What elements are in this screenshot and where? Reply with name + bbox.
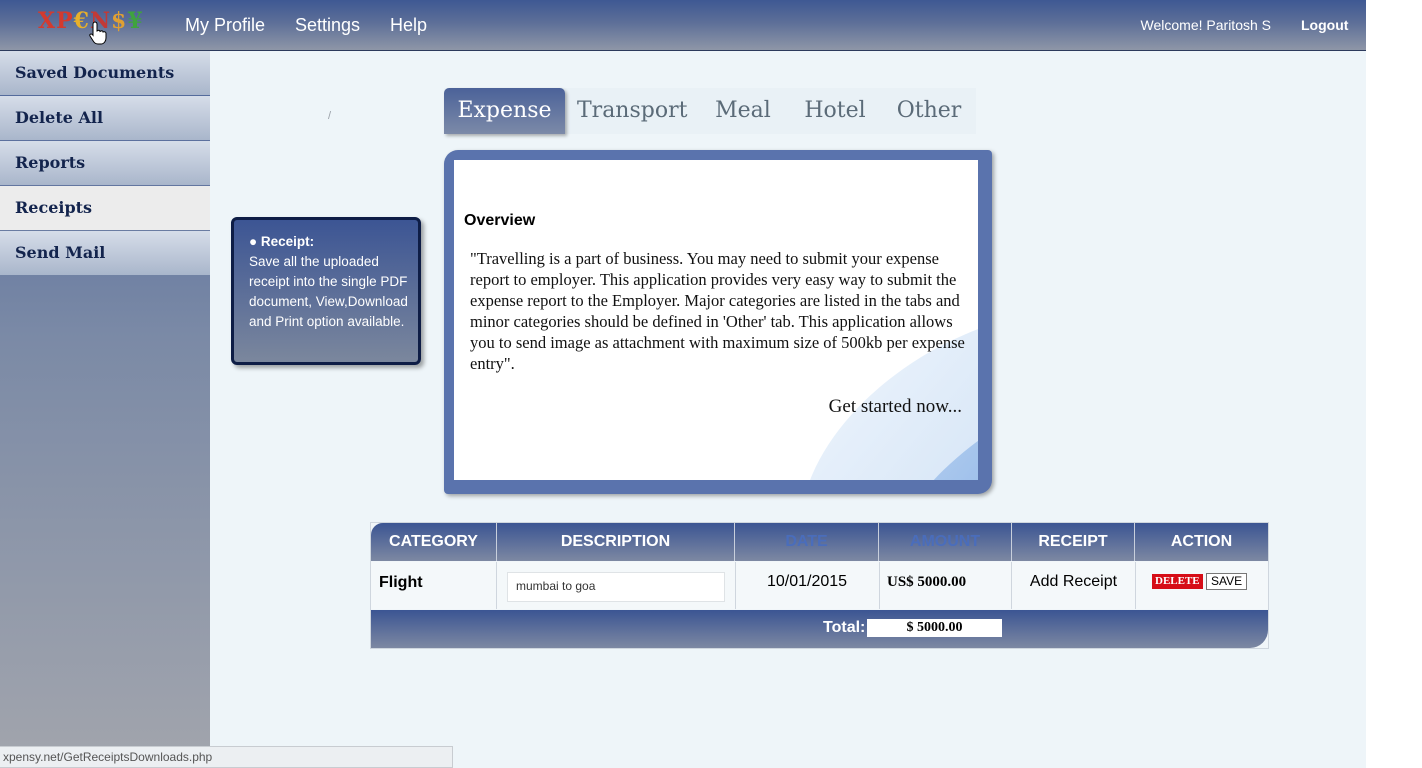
top-bar: XP€N$¥ My Profile Settings Help Welcome!… [0, 0, 1366, 51]
total-value: $ 5000.00 [867, 619, 1002, 637]
overview-content: Overview "Travelling is a part of busine… [454, 160, 978, 480]
save-button[interactable]: SAVE [1206, 573, 1248, 590]
table-row: Flight mumbai to goa 10/01/2015 US$ 5000… [371, 562, 1268, 609]
tab-other[interactable]: Other [896, 88, 962, 134]
header-amount[interactable]: AMOUNT [879, 523, 1012, 561]
overview-text: "Travelling is a part of business. You m… [470, 249, 965, 373]
nav-settings[interactable]: Settings [295, 15, 360, 36]
row-action: DELETE SAVE [1135, 562, 1268, 609]
sidebar-item-saved-documents[interactable]: Saved Documents [0, 51, 210, 95]
sidebar-item-receipts[interactable]: Receipts [0, 186, 210, 230]
browser-status-bar: xpensy.net/GetReceiptsDownloads.php [0, 746, 453, 768]
nav-help[interactable]: Help [390, 15, 427, 36]
tab-hotel[interactable]: Hotel [802, 88, 868, 134]
add-receipt-link[interactable]: Add Receipt [1012, 562, 1136, 609]
tab-expense[interactable]: Expense [444, 88, 565, 134]
overview-panel: Overview "Travelling is a part of busine… [444, 150, 992, 494]
header-date[interactable]: DATE [735, 523, 879, 561]
sidebar-item-send-mail[interactable]: Send Mail [0, 231, 210, 275]
description-input[interactable]: mumbai to goa [507, 572, 725, 602]
row-amount: US$ 5000.00 [879, 562, 1012, 609]
row-description-cell: mumbai to goa [497, 562, 736, 609]
header-action: ACTION [1170, 533, 1233, 550]
row-date: 10/01/2015 [735, 562, 880, 609]
receipt-tooltip: ● Receipt: Save all the uploaded receipt… [231, 217, 421, 365]
header-category: CATEGORY [371, 523, 497, 561]
tab-meal[interactable]: Meal [712, 88, 774, 134]
category-tabs: Expense Transport Meal Hotel Other [444, 88, 976, 134]
logout-link[interactable]: Logout [1301, 17, 1348, 33]
tooltip-title: ● Receipt: [249, 234, 315, 249]
sidebar-item-reports[interactable]: Reports [0, 141, 210, 185]
delete-button[interactable]: DELETE [1152, 574, 1203, 589]
tooltip-body: Save all the uploaded receipt into the s… [249, 254, 408, 329]
get-started-link[interactable]: Get started now... [829, 396, 962, 418]
overview-title: Overview [464, 212, 536, 229]
welcome-text: Welcome! Paritosh S [1140, 17, 1271, 33]
nav-my-profile[interactable]: My Profile [185, 15, 265, 36]
sidebar: Saved Documents Delete All Reports Recei… [0, 51, 210, 768]
sidebar-item-delete-all[interactable]: Delete All [0, 96, 210, 140]
table-footer: Total: $ 5000.00 [371, 610, 1268, 648]
hand-pointer-icon [89, 21, 107, 45]
table-header: CATEGORY DESCRIPTION DATE AMOUNT RECEIPT… [371, 523, 1268, 561]
separator-slash: / [328, 110, 332, 122]
total-label: Total: [823, 619, 866, 636]
row-category: Flight [371, 562, 497, 609]
header-description: DESCRIPTION [497, 523, 735, 561]
expense-table: CATEGORY DESCRIPTION DATE AMOUNT RECEIPT… [370, 522, 1269, 649]
tab-transport[interactable]: Transport [577, 88, 687, 134]
header-receipt: RECEIPT [1012, 523, 1135, 561]
